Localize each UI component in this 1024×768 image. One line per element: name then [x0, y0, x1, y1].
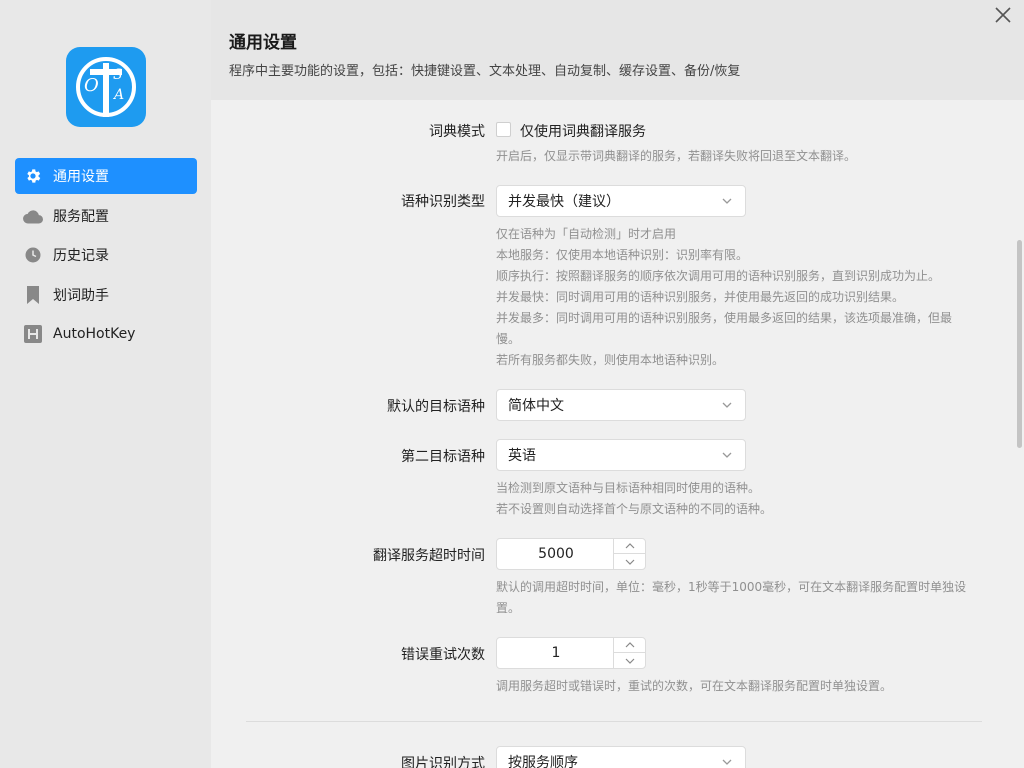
second-target-select[interactable]: 英语 [496, 439, 746, 471]
chevron-up-icon [625, 642, 634, 648]
logo-letter-a: A [114, 87, 125, 103]
dict-mode-checkbox-label[interactable]: 仅使用词典翻译服务 [520, 121, 646, 141]
decrement-button[interactable] [614, 653, 645, 668]
timeout-stepper[interactable]: 5000 [496, 538, 646, 570]
hint-line: 慢。 [496, 332, 521, 346]
gear-icon [23, 166, 43, 186]
dict-mode-hint: 开启后，仅显示带词典翻译的服务，若翻译失败将回退至文本翻译。 [496, 149, 857, 163]
retry-label: 错误重试次数 [401, 647, 485, 663]
hint-line: 默认的调用超时时间，单位：毫秒，1秒等于1000毫秒，可在文本翻译服务配置时单独… [496, 580, 967, 594]
page-header: 通用设置 程序中主要功能的设置，包括：快捷键设置、文本处理、自动复制、缓存设置、… [211, 0, 1024, 100]
sidebar-item-label: 通用设置 [53, 169, 109, 185]
sidebar-item-label: AutoHotKey [53, 326, 136, 343]
decrement-button[interactable] [614, 554, 645, 569]
scrollbar-thumb[interactable] [1017, 240, 1022, 448]
chevron-down-icon [625, 658, 634, 664]
close-icon [995, 7, 1011, 23]
page-description: 程序中主要功能的设置，包括：快捷键设置、文本处理、自动复制、缓存设置、备份/恢复 [229, 64, 741, 79]
hint-line: 并发最快：同时调用可用的语种识别服务，并使用最先返回的成功识别结果。 [496, 290, 905, 304]
hint-line: 若所有服务都失败，则使用本地语种识别。 [496, 353, 725, 367]
second-target-hint: 当检测到原文语种与目标语种相同时使用的语种。 若不设置则自动选择首个与原文语种的… [496, 478, 986, 520]
sidebar-item-history[interactable]: 历史记录 [15, 237, 197, 273]
hint-line: 并发最多：同时调用可用的语种识别服务，使用最多返回的结果，该选项最准确，但最 [496, 311, 953, 325]
dict-mode-checkbox[interactable] [496, 122, 511, 137]
section-divider [246, 721, 982, 722]
hint-line: 顺序执行：按照翻译服务的顺序依次调用可用的语种识别服务，直到识别成功为止。 [496, 269, 941, 283]
sidebar-item-selection-helper[interactable]: 划词助手 [15, 277, 197, 313]
app-logo: O T S A [66, 47, 146, 127]
h-icon [23, 324, 43, 344]
lang-detect-label: 语种识别类型 [401, 194, 485, 210]
hint-line: 置。 [496, 601, 521, 615]
sidebar-item-services[interactable]: 服务配置 [15, 198, 197, 234]
page-title: 通用设置 [229, 33, 297, 53]
chevron-down-icon [625, 559, 634, 565]
logo-letter-o: O [84, 75, 99, 96]
hint-line: 若不设置则自动选择首个与原文语种的不同的语种。 [496, 502, 773, 516]
hint-line: 仅在语种为「自动检测」时才启用 [496, 227, 677, 241]
sidebar-item-autohotkey[interactable]: AutoHotKey [15, 316, 197, 352]
lang-detect-value: 并发最快（建议） [508, 194, 620, 210]
chevron-up-icon [625, 543, 634, 549]
default-target-select[interactable]: 简体中文 [496, 389, 746, 421]
sidebar-item-label: 划词助手 [53, 287, 109, 304]
second-target-value: 英语 [508, 448, 536, 464]
retry-spin [613, 638, 645, 668]
clock-icon [23, 245, 43, 265]
sidebar-item-label: 历史记录 [53, 248, 109, 265]
timeout-value[interactable]: 5000 [497, 539, 615, 569]
retry-value[interactable]: 1 [497, 638, 615, 668]
timeout-hint: 默认的调用超时时间，单位：毫秒，1秒等于1000毫秒，可在文本翻译服务配置时单独… [496, 577, 986, 619]
cloud-icon [23, 206, 43, 226]
ocr-mode-select[interactable]: 按服务顺序 [496, 746, 746, 768]
logo-letter-s: S [113, 67, 123, 83]
ocr-mode-label: 图片识别方式 [401, 756, 485, 768]
retry-stepper[interactable]: 1 [496, 637, 646, 669]
lang-detect-select[interactable]: 并发最快（建议） [496, 185, 746, 217]
timeout-spin [613, 539, 645, 569]
settings-content: 词典模式 仅使用词典翻译服务 开启后，仅显示带词典翻译的服务，若翻译失败将回退至… [211, 100, 1024, 768]
bookmark-icon [23, 285, 43, 305]
increment-button[interactable] [614, 638, 645, 653]
hint-line: 当检测到原文语种与目标语种相同时使用的语种。 [496, 481, 761, 495]
chevron-down-icon [722, 759, 732, 765]
dict-mode-label: 词典模式 [429, 124, 485, 140]
chevron-down-icon [722, 198, 732, 204]
second-target-label: 第二目标语种 [401, 449, 485, 465]
timeout-label: 翻译服务超时时间 [373, 548, 485, 564]
logo-bar [103, 63, 109, 117]
sidebar: O T S A 通用设置 服务配置 历史记录 划词助手 [0, 0, 211, 768]
default-target-value: 简体中文 [508, 398, 564, 414]
default-target-label: 默认的目标语种 [387, 399, 485, 415]
sidebar-item-general[interactable]: 通用设置 [15, 158, 197, 194]
sidebar-item-label: 服务配置 [53, 208, 109, 225]
lang-detect-hint: 仅在语种为「自动检测」时才启用 本地服务：仅使用本地语种识别：识别率有限。 顺序… [496, 224, 986, 371]
chevron-down-icon [722, 402, 732, 408]
chevron-down-icon [722, 452, 732, 458]
sidebar-nav: 通用设置 服务配置 历史记录 划词助手 AutoHotKey [15, 158, 197, 356]
increment-button[interactable] [614, 539, 645, 554]
close-button[interactable] [992, 4, 1014, 26]
ocr-mode-value: 按服务顺序 [508, 755, 578, 768]
retry-hint: 调用服务超时或错误时，重试的次数，可在文本翻译服务配置时单独设置。 [496, 679, 893, 693]
hint-line: 本地服务：仅使用本地语种识别：识别率有限。 [496, 248, 749, 262]
